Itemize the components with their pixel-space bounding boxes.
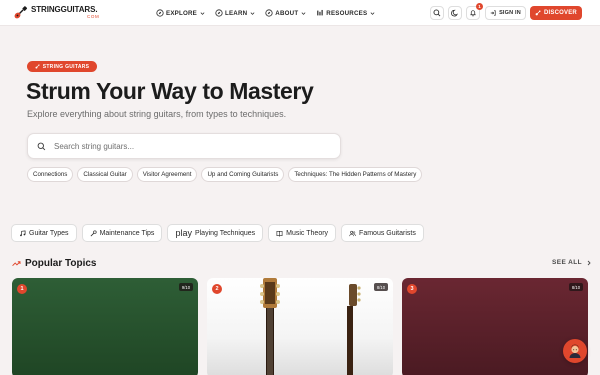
moon-icon [451,9,458,17]
suggestion-chips: Connections Classical Guitar Visitor Agr… [27,167,426,182]
rank-badge: 1 [17,284,27,294]
rank-badge: 2 [212,284,222,294]
chevron-down-icon [200,11,205,15]
compass-icon [265,9,273,17]
category-label: Guitar Types [29,229,69,237]
guitar-neck-image [260,278,361,375]
rank-badge: 3 [407,284,417,294]
notification-count-badge: 1 [476,3,483,10]
play-icon-text: play [175,228,192,238]
hero-title: Strum Your Way to Mastery [26,78,314,104]
guitar-logo-icon [14,6,28,19]
popular-topics-title: Popular Topics [25,258,97,269]
chevron-down-icon [370,11,375,15]
score-badge: 9/10 [179,283,193,291]
nav-resources[interactable]: RESOURCES [316,9,375,17]
category-playing-techniques[interactable]: play Playing Techniques [167,224,264,242]
logo-wordmark: STRINGGUITARS. [31,5,98,14]
nav-explore-label: EXPLORE [166,9,197,17]
hero-badge-label: STRING GUITARS [42,63,90,70]
hero-subtitle: Explore everything about string guitars,… [27,109,287,119]
top-header: STRINGGUITARS. COM EXPLORE LEARN ABOUT R… [0,0,600,26]
chat-assistant-button[interactable] [563,339,587,363]
nav-resources-label: RESOURCES [326,9,368,17]
chevron-down-icon [301,11,306,15]
chip-up-and-coming-guitarists[interactable]: Up and Coming Guitarists [201,167,285,182]
category-music-theory[interactable]: Music Theory [268,224,337,242]
avatar-icon [569,344,581,358]
popular-topics-header: Popular Topics [12,258,97,269]
category-label: Maintenance Tips [99,229,155,237]
see-all-label: SEE ALL [552,259,583,266]
sign-in-icon [490,10,496,16]
bell-icon [470,10,476,17]
compass-icon [156,9,164,17]
bars-icon [317,9,324,16]
chevron-right-icon [587,260,591,265]
chip-connections[interactable]: Connections [27,167,74,182]
wrench-icon [90,229,97,236]
chip-techniques-hidden-patterns[interactable]: Techniques: The Hidden Patterns of Maste… [288,167,423,182]
category-buttons: Guitar Types Maintenance Tips play Playi… [11,224,429,242]
search-button[interactable] [430,6,444,20]
guitar-icon [35,64,40,69]
topic-card[interactable]: 1 9/10 [12,278,198,375]
sign-in-label: SIGN IN [499,10,521,16]
theme-toggle-button[interactable] [448,6,462,20]
nav-learn[interactable]: LEARN [215,9,255,17]
topic-card[interactable]: 3 8/10 [402,278,588,375]
main-nav: EXPLORE LEARN ABOUT RESOURCES [156,0,385,26]
hero-category-badge: STRING GUITARS [27,61,97,72]
sign-in-button[interactable]: SIGN IN [485,6,526,20]
nav-explore[interactable]: EXPLORE [156,9,205,17]
discover-label: DISCOVER [544,10,577,16]
compass-icon [215,9,223,17]
topic-card[interactable]: 2 8/10 [207,278,393,375]
nav-learn-label: LEARN [224,9,248,17]
nav-about[interactable]: ABOUT [265,9,306,17]
score-badge: 8/10 [569,283,583,291]
users-icon [349,230,356,236]
trending-up-icon [12,261,21,267]
logo-tld: COM [87,14,100,19]
book-icon [276,230,283,237]
category-label: Music Theory [286,229,329,237]
chip-visitor-agreement[interactable]: Visitor Agreement [136,167,198,182]
chip-classical-guitar[interactable]: Classical Guitar [77,167,133,182]
music-note-icon [20,229,26,236]
category-maintenance-tips[interactable]: Maintenance Tips [81,224,163,242]
see-all-link[interactable]: SEE ALL [552,259,592,266]
chevron-down-icon [250,11,255,15]
search-placeholder: Search string guitars... [54,141,135,151]
search-icon [37,142,46,150]
score-badge: 8/10 [374,283,388,291]
category-guitar-types[interactable]: Guitar Types [11,224,77,242]
hero-search-input[interactable]: Search string guitars... [27,133,341,159]
guitar-icon [535,10,541,16]
site-logo[interactable]: STRINGGUITARS. COM [13,4,99,24]
category-famous-guitarists[interactable]: Famous Guitarists [341,224,424,242]
discover-button[interactable]: DISCOVER [530,6,582,20]
search-icon [433,9,441,17]
category-label: Playing Techniques [194,229,256,237]
nav-about-label: ABOUT [275,9,299,17]
category-label: Famous Guitarists [359,229,416,237]
